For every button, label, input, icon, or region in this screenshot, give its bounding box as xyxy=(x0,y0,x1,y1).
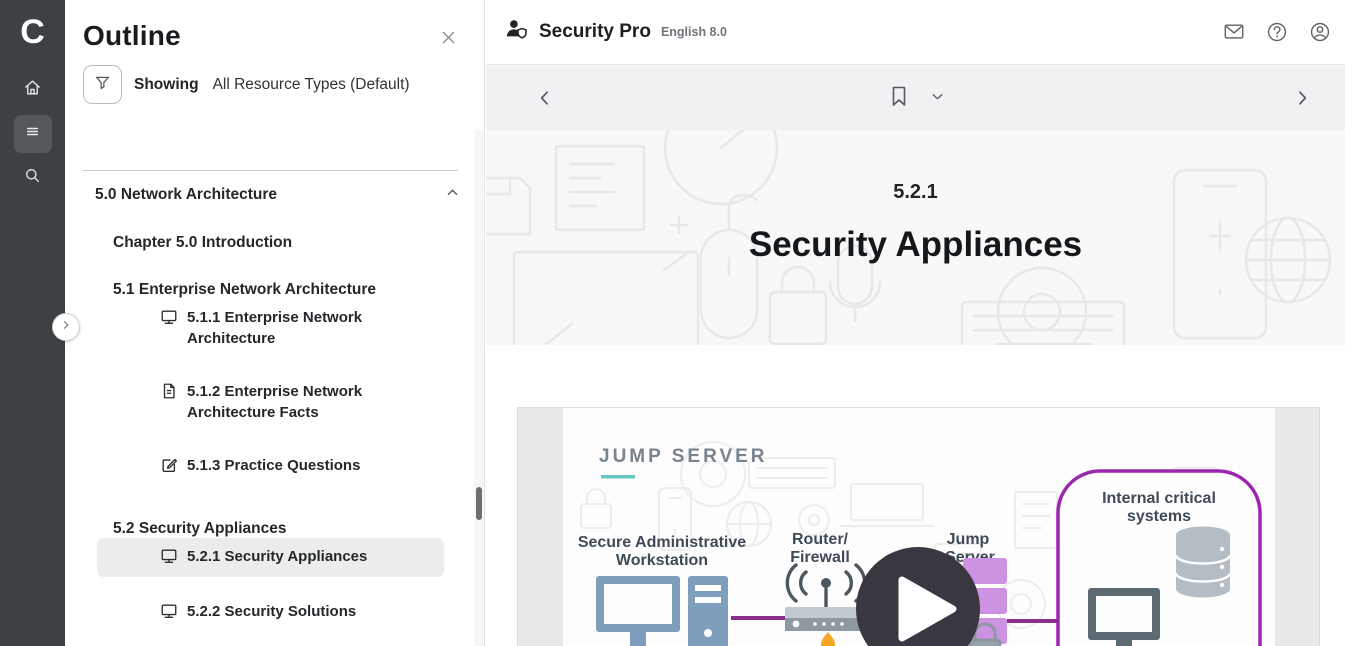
outline-item-label: Chapter 5.0 Introduction xyxy=(113,234,292,251)
resource-filter-button[interactable] xyxy=(83,65,122,104)
outline-item[interactable]: 5.1.1 Enterprise Network Architecture xyxy=(97,299,444,357)
app-window: C Outline Showing All Resource Types (De… xyxy=(0,0,1345,646)
outline-item[interactable]: 5.2 Security Appliances xyxy=(65,491,484,538)
database-icon xyxy=(1176,527,1230,598)
outline-item[interactable]: 5.1.2 Enterprise Network Architecture Fa… xyxy=(97,373,444,431)
lesson-banner: 5.2.1 Security Appliances xyxy=(486,130,1345,345)
workstation-computer-icon xyxy=(596,576,728,646)
outline-item[interactable]: 5.1.3 Practice Questions xyxy=(97,447,444,486)
outline-menu-button[interactable] xyxy=(14,115,52,153)
internal-systems-group: Internal critical systems xyxy=(1058,471,1260,646)
outline-item-label: 5.0 Network Architecture xyxy=(95,186,277,204)
lesson-toolbar xyxy=(486,66,1345,130)
pencil-icon xyxy=(160,130,178,133)
video-thumbnail: JUMP SERVER Internal critical systems xyxy=(563,408,1275,646)
workstation-label-line1: Secure Administrative xyxy=(578,534,746,551)
product-title: Security Pro xyxy=(539,21,651,43)
document-icon xyxy=(160,382,178,404)
help-icon xyxy=(1266,21,1288,43)
close-icon xyxy=(439,34,458,51)
pencil-icon xyxy=(160,456,178,478)
page-title: Security Appliances xyxy=(486,225,1345,265)
outline-scrollbar-track xyxy=(474,130,484,646)
messages-button[interactable] xyxy=(1223,21,1245,43)
outline-item-label: 5.1.2 Enterprise Network Architecture Fa… xyxy=(187,381,387,423)
connector-line-1 xyxy=(731,616,785,620)
filter-showing-label: Showing xyxy=(134,76,199,94)
account-button[interactable] xyxy=(1309,21,1331,43)
outline-item-label: 5.1 Enterprise Network Architecture xyxy=(113,281,376,298)
firewall-flame-icon xyxy=(821,632,835,646)
filter-funnel-icon xyxy=(93,73,112,97)
connector-line-2 xyxy=(1007,619,1058,623)
workstation-label-line2: Workstation xyxy=(616,552,708,569)
router-label-line1: Router/ xyxy=(792,531,849,548)
main-content: Security Pro English 8.0 xyxy=(486,0,1345,646)
monitor-icon xyxy=(160,308,178,330)
bookmark-icon xyxy=(887,84,911,108)
diagram-title: JUMP SERVER xyxy=(599,446,768,467)
previous-lesson-button[interactable] xyxy=(535,88,555,113)
outline-item-label: 5.2 Security Appliances xyxy=(113,520,286,537)
course-header: Security Pro English 8.0 xyxy=(486,0,1345,65)
outline-item-label: 5.2.1 Security Appliances xyxy=(187,546,367,567)
workstation-group: Secure Administrative Workstation xyxy=(578,534,746,646)
outline-panel-title: Outline xyxy=(83,20,181,52)
internal-monitor-icon xyxy=(1088,588,1160,646)
monitor-icon xyxy=(160,602,178,624)
jump-server-label-line1: Jump xyxy=(947,531,990,548)
home-button[interactable] xyxy=(14,71,52,109)
search-button[interactable] xyxy=(14,159,52,197)
next-lesson-button[interactable] xyxy=(1292,88,1312,113)
title-underline xyxy=(601,475,635,479)
video-player: JUMP SERVER Internal critical systems xyxy=(517,407,1320,646)
chevron-up-icon[interactable] xyxy=(445,185,460,205)
outline-item[interactable]: 5.1 Enterprise Network Architecture xyxy=(65,252,484,299)
bookmark-button[interactable] xyxy=(887,84,911,108)
chevron-left-icon xyxy=(535,88,555,108)
outline-item[interactable]: Chapter 5.0 Introduction xyxy=(65,205,484,252)
outline-item-label: 5.1.3 Practice Questions xyxy=(187,455,360,476)
panel-expand-button[interactable] xyxy=(52,313,80,341)
clipped-outline-item: 4.5.3 Practice Questions xyxy=(65,130,484,143)
internal-label-line2: systems xyxy=(1127,508,1191,525)
outline-item-label: 5.1.1 Enterprise Network Architecture xyxy=(187,307,387,349)
outline-item[interactable]: 5.0 Network Architecture xyxy=(65,171,484,205)
outline-scrollbar-thumb[interactable] xyxy=(476,487,482,520)
outline-item[interactable]: 5.2.2 Security Solutions xyxy=(97,593,444,632)
outline-item[interactable]: 5.2.1 Security Appliances xyxy=(97,538,444,577)
chevron-right-icon xyxy=(60,318,72,336)
chevron-down-icon xyxy=(930,89,945,104)
envelope-icon xyxy=(1223,21,1245,43)
outline-item-label: 4.5.3 Practice Questions xyxy=(187,130,360,131)
section-number: 5.2.1 xyxy=(486,181,1345,204)
router-firewall-group: Router/ Firewall xyxy=(785,531,871,646)
account-icon xyxy=(1309,21,1331,43)
filter-value-label: All Resource Types (Default) xyxy=(213,76,410,94)
product-edition: English 8.0 xyxy=(661,25,727,39)
close-outline-button[interactable] xyxy=(439,28,458,52)
user-shield-icon xyxy=(504,17,529,47)
hamburger-menu-icon xyxy=(23,122,42,146)
monitor-icon xyxy=(160,547,178,569)
help-button[interactable] xyxy=(1266,21,1288,43)
search-icon xyxy=(23,166,42,190)
outline-item[interactable]: 4.5.3 Practice Questions xyxy=(97,130,444,141)
home-icon xyxy=(23,78,42,102)
outline-panel: Outline Showing All Resource Types (Defa… xyxy=(65,0,485,646)
outline-item-label: 5.2.2 Security Solutions xyxy=(187,601,356,622)
bookmark-menu-button[interactable] xyxy=(930,89,945,104)
chevron-right-icon xyxy=(1292,88,1312,108)
router-label-line2: Firewall xyxy=(790,549,850,566)
outline-list: 4.5.3 Practice Questions 5.0 Network Arch… xyxy=(65,130,484,646)
app-logo[interactable]: C xyxy=(0,0,65,65)
internal-label-line1: Internal critical xyxy=(1102,490,1216,507)
